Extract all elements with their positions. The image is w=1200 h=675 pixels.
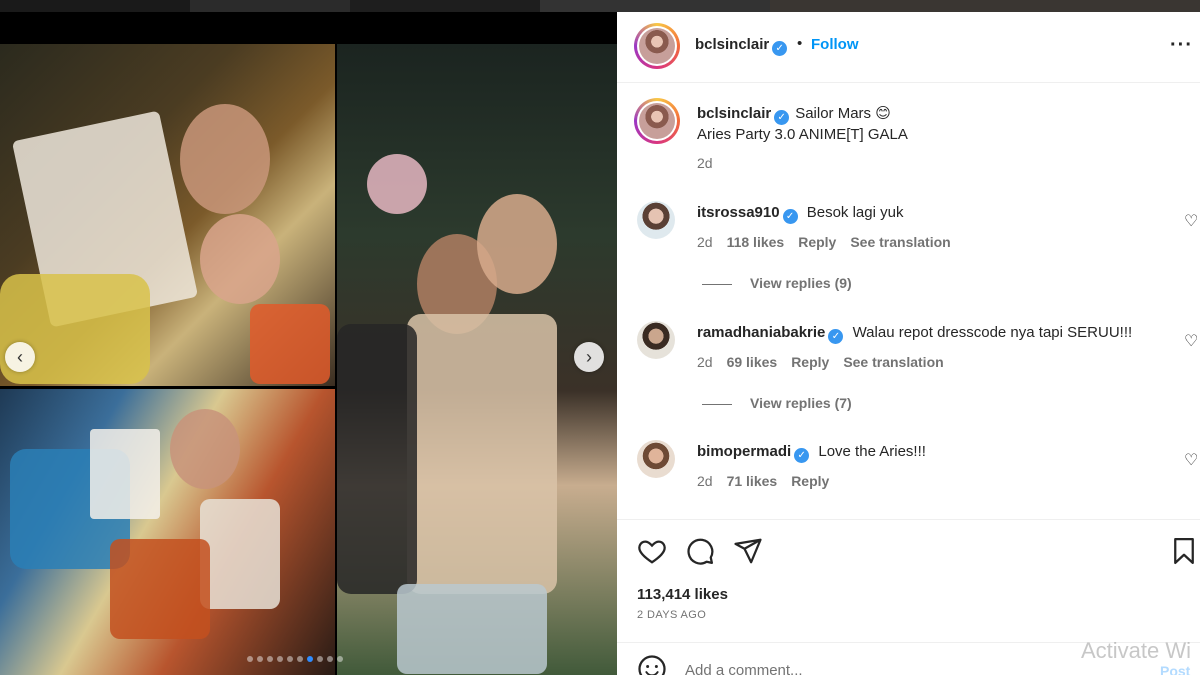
comment-reply-button[interactable]: Reply [791, 354, 829, 370]
follow-button[interactable]: Follow [811, 36, 859, 53]
commenter-avatar[interactable] [637, 440, 675, 478]
verified-badge-icon: ✓ [772, 41, 788, 56]
carousel-dot [287, 656, 293, 662]
verified-badge-icon: ✓ [828, 329, 844, 344]
carousel-next-button[interactable]: › [574, 342, 604, 372]
view-replies-label: View replies (9) [750, 275, 852, 291]
avatar[interactable] [634, 23, 680, 69]
caption: bclsinclair ✓ Sailor Mars 😊 [697, 104, 891, 125]
comment-like-heart-icon[interactable]: ♡ [1184, 331, 1198, 351]
comment-username[interactable]: ramadhaniabakrie [697, 324, 825, 341]
post-side-panel: bclsinclair ✓ • Follow ··· bclsinclair ✓ Sa… [617, 12, 1200, 675]
add-comment-input[interactable] [685, 659, 1045, 675]
post-date: 2 DAYS AGO [637, 609, 707, 621]
comment-likes[interactable]: 71 likes [727, 473, 778, 489]
photo-panel-bottom-left [0, 389, 335, 675]
comment-text: Love the Aries!!! [818, 443, 926, 460]
view-replies-button[interactable]: View replies (9) [702, 275, 852, 291]
caption-time: 2d [697, 155, 713, 171]
comment-username[interactable]: bimopermadi [697, 443, 791, 460]
carousel-dot [277, 656, 283, 662]
verified-badge-icon: ✓ [774, 110, 790, 125]
more-options-icon[interactable]: ··· [1170, 34, 1193, 57]
share-paper-plane-icon[interactable] [733, 536, 763, 566]
comment-like-heart-icon[interactable]: ♡ [1184, 450, 1198, 470]
comment-username[interactable]: itsrossa910 [697, 204, 780, 221]
header-username-link[interactable]: bclsinclair ✓ [695, 36, 788, 56]
actions-divider [617, 519, 1200, 520]
carousel-dot [247, 656, 253, 662]
header-username[interactable]: bclsinclair [695, 36, 769, 53]
comment-likes[interactable]: 118 likes [727, 234, 785, 250]
view-replies-button[interactable]: View replies (7) [702, 395, 852, 411]
caption-text-line2: Aries Party 3.0 ANIME[T] GALA [697, 126, 908, 143]
commenter-avatar[interactable] [637, 201, 675, 239]
commenter-avatar[interactable] [637, 321, 675, 359]
verified-badge-icon: ✓ [794, 448, 810, 463]
emoji-icon[interactable] [637, 654, 667, 675]
comment-likes[interactable]: 69 likes [727, 354, 778, 370]
carousel-prev-button[interactable]: ‹ [5, 342, 35, 372]
comment-bubble-icon[interactable] [685, 536, 715, 566]
carousel-dot [297, 656, 303, 662]
view-replies-label: View replies (7) [750, 395, 852, 411]
carousel-dot [257, 656, 263, 662]
post-likes-count[interactable]: 113,414 likes [637, 586, 728, 603]
see-translation-button[interactable]: See translation [850, 234, 950, 250]
comment-reply-button[interactable]: Reply [798, 234, 836, 250]
save-bookmark-icon[interactable] [1169, 536, 1199, 566]
post-comment-button[interactable]: Post [1160, 663, 1190, 675]
comment-time: 2d [697, 234, 713, 250]
caption-username[interactable]: bclsinclair [697, 105, 771, 122]
carousel-dot [267, 656, 273, 662]
comment-text: Walau repot dresscode nya tapi SERUU!!! [852, 324, 1133, 341]
background-top-strip [0, 0, 1200, 12]
comment-time: 2d [697, 354, 713, 370]
caption-avatar[interactable] [634, 98, 680, 144]
comment-reply-button[interactable]: Reply [791, 473, 829, 489]
comment-time: 2d [697, 473, 713, 489]
activate-windows-watermark: Activate Wi [1081, 638, 1192, 663]
photo-panel-top-left [0, 44, 335, 386]
verified-badge-icon: ✓ [782, 209, 798, 224]
like-heart-icon[interactable] [637, 536, 667, 566]
see-translation-button[interactable]: See translation [843, 354, 943, 370]
carousel-dot [337, 656, 343, 662]
post-media-carousel[interactable]: ‹ › [0, 12, 617, 675]
header-separator: • [797, 35, 803, 52]
comment-like-heart-icon[interactable]: ♡ [1184, 211, 1198, 231]
carousel-dots [247, 656, 343, 662]
caption-text-line1: Sailor Mars 😊 [795, 105, 891, 122]
carousel-dot [317, 656, 323, 662]
carousel-dot [307, 656, 313, 662]
post-header: bclsinclair ✓ • Follow ··· [617, 12, 1200, 83]
carousel-dot [327, 656, 333, 662]
comment-text: Besok lagi yuk [806, 204, 904, 221]
